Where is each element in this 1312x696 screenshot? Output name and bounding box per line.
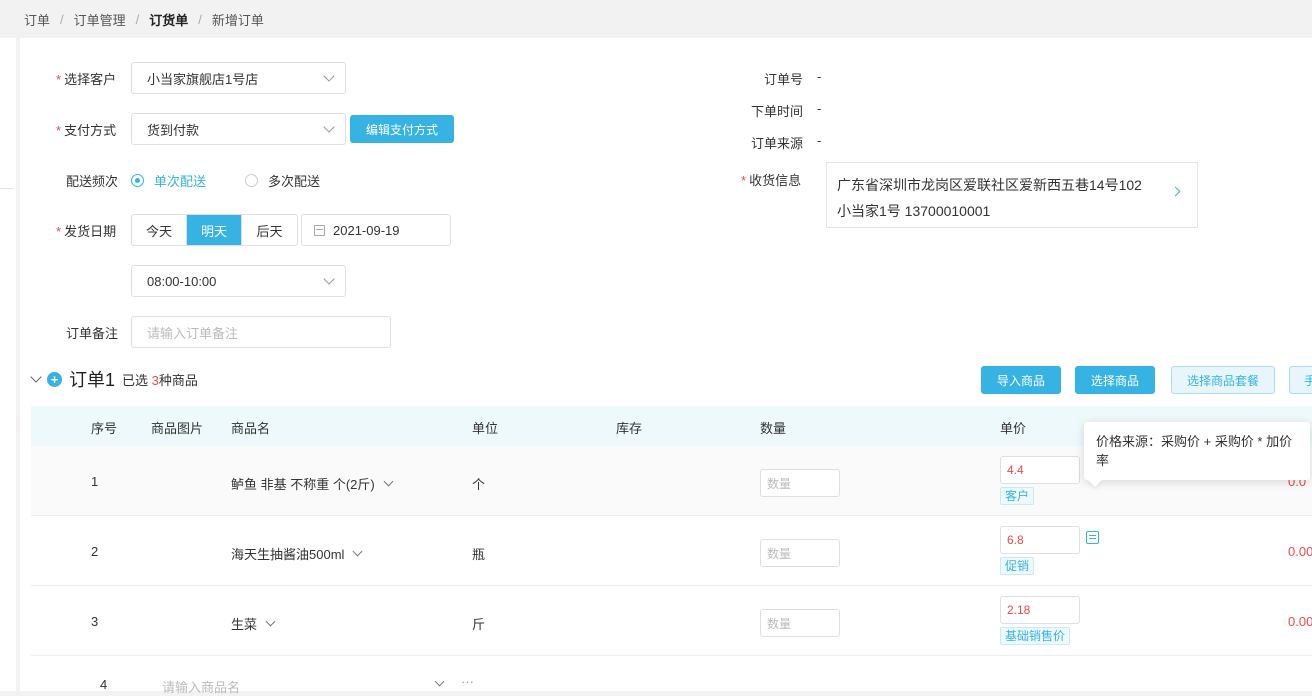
price-input[interactable]: 6.8 <box>1000 526 1080 554</box>
chevron-down-icon <box>352 546 363 557</box>
breadcrumb-item-new-order: 新增订单 <box>211 12 264 28</box>
ship-date-value: 2021-09-19 <box>333 222 400 238</box>
address-card[interactable]: 广东省深圳市龙岗区爱联社区爱新西五巷14号102 小当家1号 137000100… <box>826 162 1198 228</box>
breadcrumb-separator: / <box>198 11 202 27</box>
col-qty: 数量 <box>760 421 787 436</box>
contact-line: 小当家1号 13700010001 <box>837 203 991 219</box>
price-input[interactable]: 4.4 <box>1000 456 1080 484</box>
col-index: 序号 <box>91 421 118 436</box>
customer-select[interactable]: 小当家旗舰店1号店 <box>131 62 346 94</box>
ship-day-segmented: 今天 明天 后天 <box>131 214 298 246</box>
payment-select-value: 货到付款 <box>147 122 200 138</box>
day-tomorrow-button[interactable]: 明天 <box>187 215 242 245</box>
calendar-icon <box>314 224 325 236</box>
new-product-input[interactable]: 请输入商品名 <box>162 677 240 696</box>
qty-input[interactable]: 数量 <box>760 539 840 567</box>
new-row-index: 4 <box>100 677 108 692</box>
time-slot-value: 08:00-10:00 <box>147 273 217 289</box>
frequency-single-radio[interactable]: 单次配送 <box>131 171 206 190</box>
chevron-down-icon[interactable] <box>434 676 445 687</box>
table-row: 3 生菜 斤 数量 2.18 基础销售价 0.00 <box>31 586 1312 656</box>
product-select[interactable]: 生菜 <box>231 614 276 633</box>
frequency-single-label: 单次配送 <box>154 174 207 189</box>
payment-label: * 支付方式 <box>56 123 117 138</box>
chevron-down-icon <box>323 273 335 285</box>
receive-info-label: * 收货信息 <box>741 173 802 188</box>
radio-checked-icon <box>131 174 144 187</box>
customer-select-value: 小当家旗舰店1号店 <box>147 71 259 87</box>
day-today-button[interactable]: 今天 <box>132 215 187 245</box>
order-source-label: 订单来源 <box>751 136 804 151</box>
breadcrumb-item-orders[interactable]: 订单 <box>24 10 50 29</box>
time-slot-select[interactable]: 08:00-10:00 <box>131 265 346 297</box>
col-name: 商品名 <box>231 421 271 436</box>
chevron-down-icon[interactable] <box>30 371 42 383</box>
payment-select[interactable]: 货到付款 <box>131 113 346 145</box>
edit-payment-button[interactable]: 编辑支付方式 <box>350 115 454 143</box>
chevron-down-icon <box>383 476 394 487</box>
chevron-down-icon <box>323 70 335 82</box>
price-source-tag: 基础销售价 <box>1000 627 1071 645</box>
product-select[interactable]: 鲈鱼 非基 不称重 个(2斤) <box>231 474 394 493</box>
row-unit: 个 <box>472 477 486 492</box>
order-time-label: 下单时间 <box>751 104 804 119</box>
ship-date-label: * 发货日期 <box>56 224 117 239</box>
remark-label: 订单备注 <box>66 326 119 341</box>
product-name: 鲈鱼 非基 不称重 个(2斤) <box>231 477 375 492</box>
remark-input[interactable]: 请输入订单备注 <box>131 316 391 348</box>
price-source-tag: 客户 <box>1000 487 1035 505</box>
breadcrumb-item-purchase-order[interactable]: 订货单 <box>149 10 188 29</box>
product-name: 海天生抽酱油500ml <box>231 547 345 562</box>
select-products-button[interactable]: 选择商品 <box>1075 366 1155 394</box>
frequency-multi-label: 多次配送 <box>268 174 321 189</box>
price-source-tag: 促销 <box>1000 557 1035 575</box>
order-no-value: - <box>817 69 822 84</box>
qty-input[interactable]: 数量 <box>760 609 840 637</box>
more-icon[interactable]: ··· <box>461 674 474 689</box>
qty-input[interactable]: 数量 <box>760 469 840 497</box>
order-time-value: - <box>817 101 822 116</box>
add-order-icon[interactable]: + <box>47 371 62 387</box>
product-select[interactable]: 海天生抽酱油500ml <box>231 544 363 563</box>
col-stock: 库存 <box>616 421 643 436</box>
breadcrumb: 订单 / 订单管理 / 订货单 / 新增订单 <box>0 0 1312 38</box>
breadcrumb-separator: / <box>135 11 140 27</box>
order-group-header: + 订单1 已选 3种商品 <box>30 366 198 392</box>
price-detail-icon[interactable] <box>1086 531 1099 544</box>
manual-add-button[interactable]: 手 <box>1289 366 1312 394</box>
order-no-label: 订单号 <box>764 72 804 87</box>
frequency-multi-radio[interactable]: 多次配送 <box>245 171 320 190</box>
day-after-button[interactable]: 后天 <box>242 215 297 245</box>
chevron-down-icon <box>323 121 335 133</box>
col-unit: 单位 <box>472 421 499 436</box>
order-title: 订单1 <box>69 370 116 390</box>
row-total: 0.00 <box>1288 614 1312 629</box>
row-unit: 斤 <box>472 617 486 632</box>
price-source-tooltip: 价格来源：采购价 + 采购价 * 加价率 <box>1084 422 1310 480</box>
price-input[interactable]: 2.18 <box>1000 596 1080 624</box>
col-image: 商品图片 <box>151 421 204 436</box>
radio-unchecked-icon <box>245 174 258 187</box>
address-line: 广东省深圳市龙岗区爱联社区爱新西五巷14号102 <box>837 177 1142 193</box>
order-source-value: - <box>817 133 822 148</box>
row-index: 1 <box>91 474 99 489</box>
row-index: 2 <box>91 544 99 559</box>
order-form-panel: * 选择客户 小当家旗舰店1号店 * 支付方式 货到付款 编辑支付方式 配送频次 单… <box>20 38 1312 695</box>
left-panel-edge <box>0 38 16 691</box>
product-name: 生菜 <box>231 617 258 632</box>
row-index: 3 <box>91 614 99 629</box>
frequency-label: 配送频次 <box>66 174 119 189</box>
table-row: 2 海天生抽酱油500ml 瓶 数量 6.8 促销 0.00 <box>31 516 1312 586</box>
import-products-button[interactable]: 导入商品 <box>981 366 1061 394</box>
selected-count: 已选 3种商品 <box>122 372 198 388</box>
breadcrumb-separator: / <box>60 11 64 27</box>
row-total: 0.00 <box>1288 544 1312 559</box>
row-unit: 瓶 <box>472 547 486 562</box>
col-price: 单价 <box>1000 421 1027 436</box>
chevron-down-icon <box>265 616 276 627</box>
ship-date-picker[interactable]: 2021-09-19 <box>301 214 451 246</box>
select-combo-button[interactable]: 选择商品套餐 <box>1171 366 1275 394</box>
customer-label: * 选择客户 <box>56 72 117 87</box>
breadcrumb-item-order-management[interactable]: 订单管理 <box>74 10 126 29</box>
